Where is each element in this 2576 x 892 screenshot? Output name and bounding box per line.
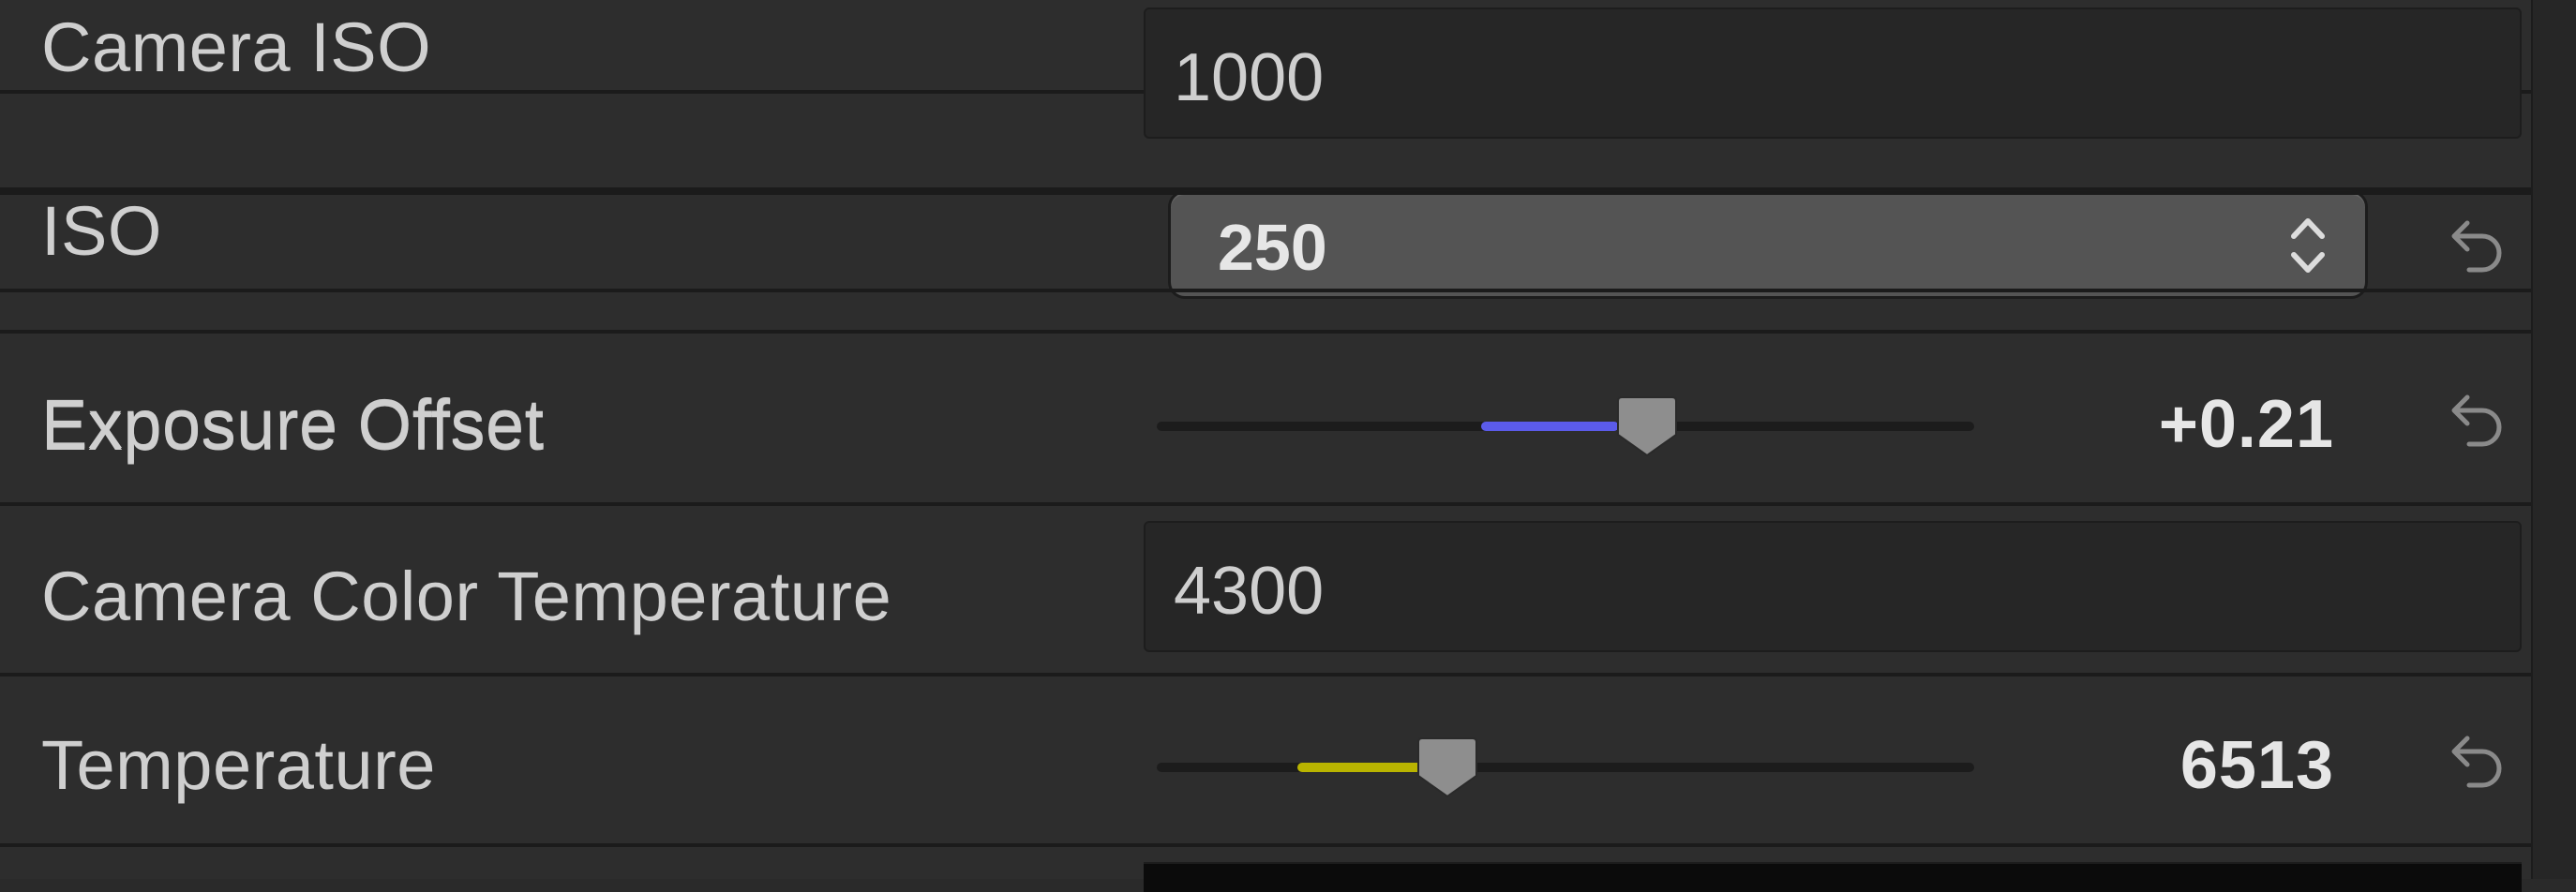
exposure-offset-thumb-icon[interactable] xyxy=(1616,394,1678,459)
camera-color-temperature-field[interactable]: 4300 xyxy=(1144,521,2522,652)
iso-row: ISO xyxy=(0,94,2531,270)
camera-iso-row: Camera ISO 1000 xyxy=(0,0,2531,139)
row-divider xyxy=(0,673,2531,676)
temperature-reset-icon[interactable] xyxy=(2437,727,2507,796)
next-field-partial[interactable] xyxy=(1144,862,2522,892)
row-divider xyxy=(0,502,2531,506)
camera-color-temperature-value: 4300 xyxy=(1174,554,1325,629)
row-divider xyxy=(0,843,2531,847)
row-divider xyxy=(0,330,2531,334)
exposure-offset-label-text: Exposure Offset xyxy=(41,385,545,463)
camera-iso-label: Camera ISO xyxy=(41,8,432,86)
exposure-offset-value[interactable]: +0.21 xyxy=(2159,386,2334,463)
temperature-slider[interactable] xyxy=(1157,763,1974,772)
exposure-offset-slider[interactable] xyxy=(1157,422,1974,431)
exposure-offset-row: Exposure Offset xyxy=(0,191,2531,465)
inspector-panel: Camera ISO 1000 ISO 250 Exposure Offset … xyxy=(0,0,2531,892)
temperature-value[interactable]: 6513 xyxy=(2180,727,2334,804)
exposure-offset-slider-fill xyxy=(1481,422,1620,431)
temperature-thumb-icon[interactable] xyxy=(1416,735,1478,800)
temperature-label: Temperature xyxy=(41,726,436,804)
camera-color-temperature-label: Camera Color Temperature xyxy=(41,558,892,635)
scrollbar[interactable] xyxy=(2531,0,2576,879)
exposure-offset-reset-icon[interactable] xyxy=(2437,386,2507,455)
